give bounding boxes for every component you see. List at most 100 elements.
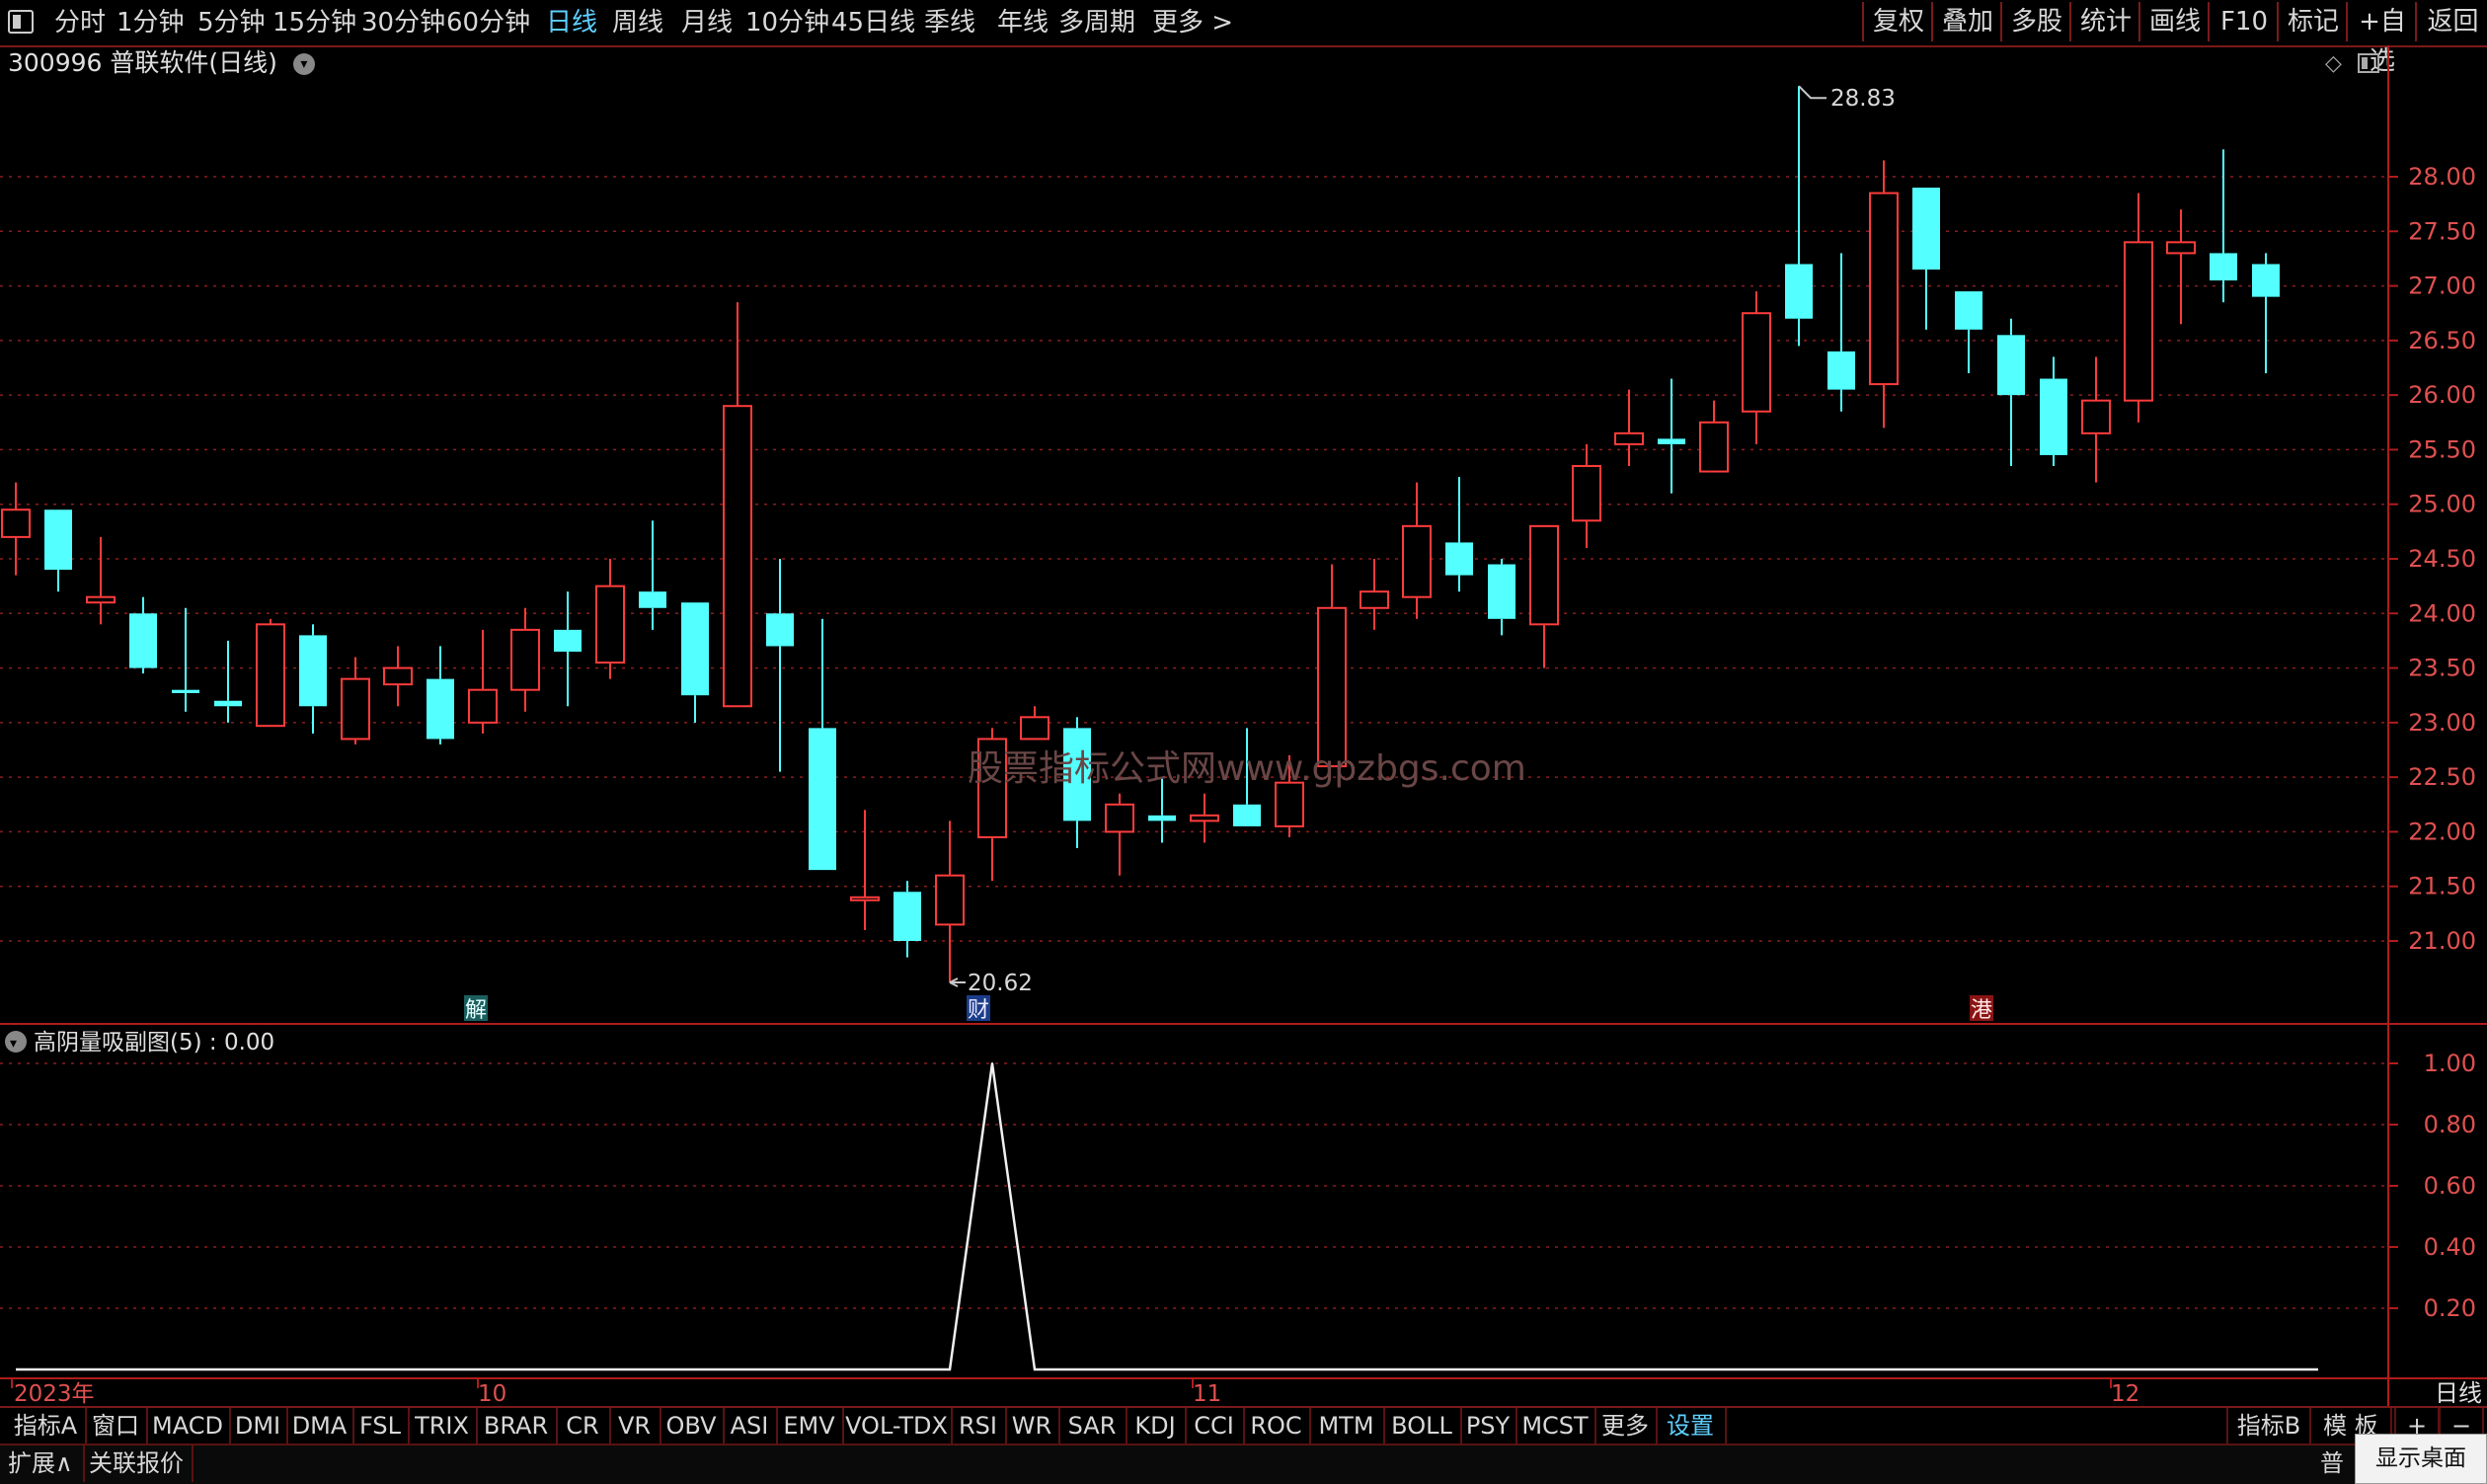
period-10分钟[interactable]: 10分钟: [745, 0, 829, 45]
period-年线[interactable]: 年线: [997, 0, 1049, 45]
show-desktop-button[interactable]: 显示桌面: [2355, 1434, 2487, 1484]
candle[interactable]: [2124, 193, 2153, 423]
period-30分钟[interactable]: 30分钟: [361, 0, 445, 45]
candle[interactable]: [2166, 209, 2196, 325]
candle[interactable]: [86, 536, 116, 625]
tab-更多[interactable]: 更多: [1594, 1408, 1658, 1444]
candle[interactable]: [510, 607, 540, 712]
tab-boll[interactable]: BOLL: [1383, 1408, 1462, 1444]
candle[interactable]: [468, 629, 498, 734]
tab-mtm[interactable]: MTM: [1309, 1408, 1385, 1444]
tab-指标a[interactable]: 指标A: [6, 1408, 87, 1444]
marker-jie[interactable]: 解: [464, 995, 488, 1023]
candle[interactable]: [554, 591, 582, 707]
linked-quote-button[interactable]: 关联报价: [87, 1445, 194, 1482]
period-45日线[interactable]: 45日线: [831, 0, 915, 45]
window-toggle-icon[interactable]: [8, 10, 34, 34]
candle[interactable]: [2210, 149, 2237, 303]
period-分时[interactable]: 分时: [54, 0, 106, 45]
candle[interactable]: [1, 482, 31, 576]
candle[interactable]: [1912, 188, 1940, 330]
tab-brar[interactable]: BRAR: [476, 1408, 558, 1444]
toolbar-自选-button[interactable]: +自选: [2346, 2, 2417, 76]
candle[interactable]: [44, 509, 72, 592]
candle[interactable]: [1020, 706, 1049, 741]
candle[interactable]: [341, 657, 370, 744]
candle[interactable]: [1827, 253, 1855, 412]
period-周线[interactable]: 周线: [612, 0, 663, 45]
candle[interactable]: [766, 559, 794, 772]
candle[interactable]: [1402, 482, 1432, 619]
marker-gang[interactable]: 港: [1970, 995, 1993, 1023]
candle[interactable]: [1658, 378, 1685, 494]
chart-canvas[interactable]: 28.00 27.50 27.00 26.50 26.00 25.50 25.00 24.50…: [0, 45, 2487, 1406]
candle[interactable]: [1572, 443, 1601, 548]
period-15分钟[interactable]: 15分钟: [272, 0, 356, 45]
period-更多[interactable]: 更多 >: [1152, 0, 1233, 45]
tab-dma[interactable]: DMA: [286, 1408, 354, 1444]
toolbar-f10-button[interactable]: F10: [2208, 2, 2279, 41]
tab-kdj[interactable]: KDJ: [1126, 1408, 1187, 1444]
marker-cai[interactable]: 财: [967, 995, 990, 1023]
tab-obv[interactable]: OBV: [660, 1408, 725, 1444]
candle[interactable]: [1699, 400, 1729, 473]
candle[interactable]: [214, 640, 242, 723]
candle[interactable]: [1614, 389, 1644, 467]
tab-fsl[interactable]: FSL: [352, 1408, 410, 1444]
candle[interactable]: [595, 559, 625, 679]
candle[interactable]: [894, 881, 921, 958]
period-季线[interactable]: 季线: [924, 0, 975, 45]
toolbar-返回-button[interactable]: 返回: [2415, 2, 2487, 41]
tab-设置[interactable]: 设置: [1656, 1408, 1727, 1444]
tab-macd[interactable]: MACD: [146, 1408, 231, 1444]
candle[interactable]: [1190, 793, 1219, 843]
toolbar-画线-button[interactable]: 画线: [2138, 2, 2210, 41]
period-日线[interactable]: 日线: [546, 0, 597, 45]
toolbar-叠加-button[interactable]: 叠加: [1931, 2, 2002, 41]
tab-rsi[interactable]: RSI: [951, 1408, 1007, 1444]
tab-sar[interactable]: SAR: [1058, 1408, 1127, 1444]
toolbar-标记-button[interactable]: 标记: [2277, 2, 2348, 41]
candle[interactable]: [172, 607, 199, 712]
candle[interactable]: [1742, 291, 1771, 444]
tab-窗口[interactable]: 窗口: [85, 1408, 148, 1444]
candle[interactable]: [1445, 477, 1473, 592]
toolbar-复权-button[interactable]: 复权: [1862, 2, 1933, 41]
candle[interactable]: [256, 618, 285, 728]
toolbar-统计-button[interactable]: 统计: [2069, 2, 2140, 41]
candle[interactable]: [809, 618, 836, 871]
candle[interactable]: [1529, 524, 1559, 668]
candle[interactable]: [427, 646, 454, 744]
candle[interactable]: [723, 302, 752, 708]
candle[interactable]: [850, 810, 880, 930]
tab-trix[interactable]: TRIX: [408, 1408, 478, 1444]
candle[interactable]: [1360, 559, 1389, 630]
candle[interactable]: [935, 820, 965, 983]
tab-psy[interactable]: PSY: [1460, 1408, 1517, 1444]
candle[interactable]: [2081, 356, 2111, 483]
period-1分钟[interactable]: 1分钟: [117, 0, 185, 45]
tab-cr[interactable]: CR: [556, 1408, 611, 1444]
tab-dmi[interactable]: DMI: [229, 1408, 288, 1444]
candle[interactable]: [1785, 86, 1813, 347]
tab-right-0[interactable]: 指标B: [2226, 1408, 2311, 1444]
tab-vol-tdx[interactable]: VOL-TDX: [842, 1408, 953, 1444]
tab-asi[interactable]: ASI: [723, 1408, 778, 1444]
candle[interactable]: [1869, 160, 1899, 429]
period-多周期[interactable]: 多周期: [1058, 0, 1135, 45]
candle[interactable]: [1997, 318, 2025, 467]
period-5分钟[interactable]: 5分钟: [197, 0, 266, 45]
expand-button[interactable]: 扩展∧: [8, 1445, 85, 1482]
candle[interactable]: [383, 646, 413, 707]
tab-roc[interactable]: ROC: [1243, 1408, 1311, 1444]
tab-vr[interactable]: VR: [609, 1408, 661, 1444]
candle[interactable]: [2040, 356, 2067, 467]
period-60分钟[interactable]: 60分钟: [446, 0, 530, 45]
tab-cci[interactable]: CCI: [1185, 1408, 1245, 1444]
candle[interactable]: [681, 602, 709, 723]
tab-mcst[interactable]: MCST: [1516, 1408, 1596, 1444]
candle[interactable]: [1317, 564, 1347, 768]
candle[interactable]: [1488, 559, 1516, 636]
tab-emv[interactable]: EMV: [776, 1408, 844, 1444]
tab-wr[interactable]: WR: [1005, 1408, 1060, 1444]
